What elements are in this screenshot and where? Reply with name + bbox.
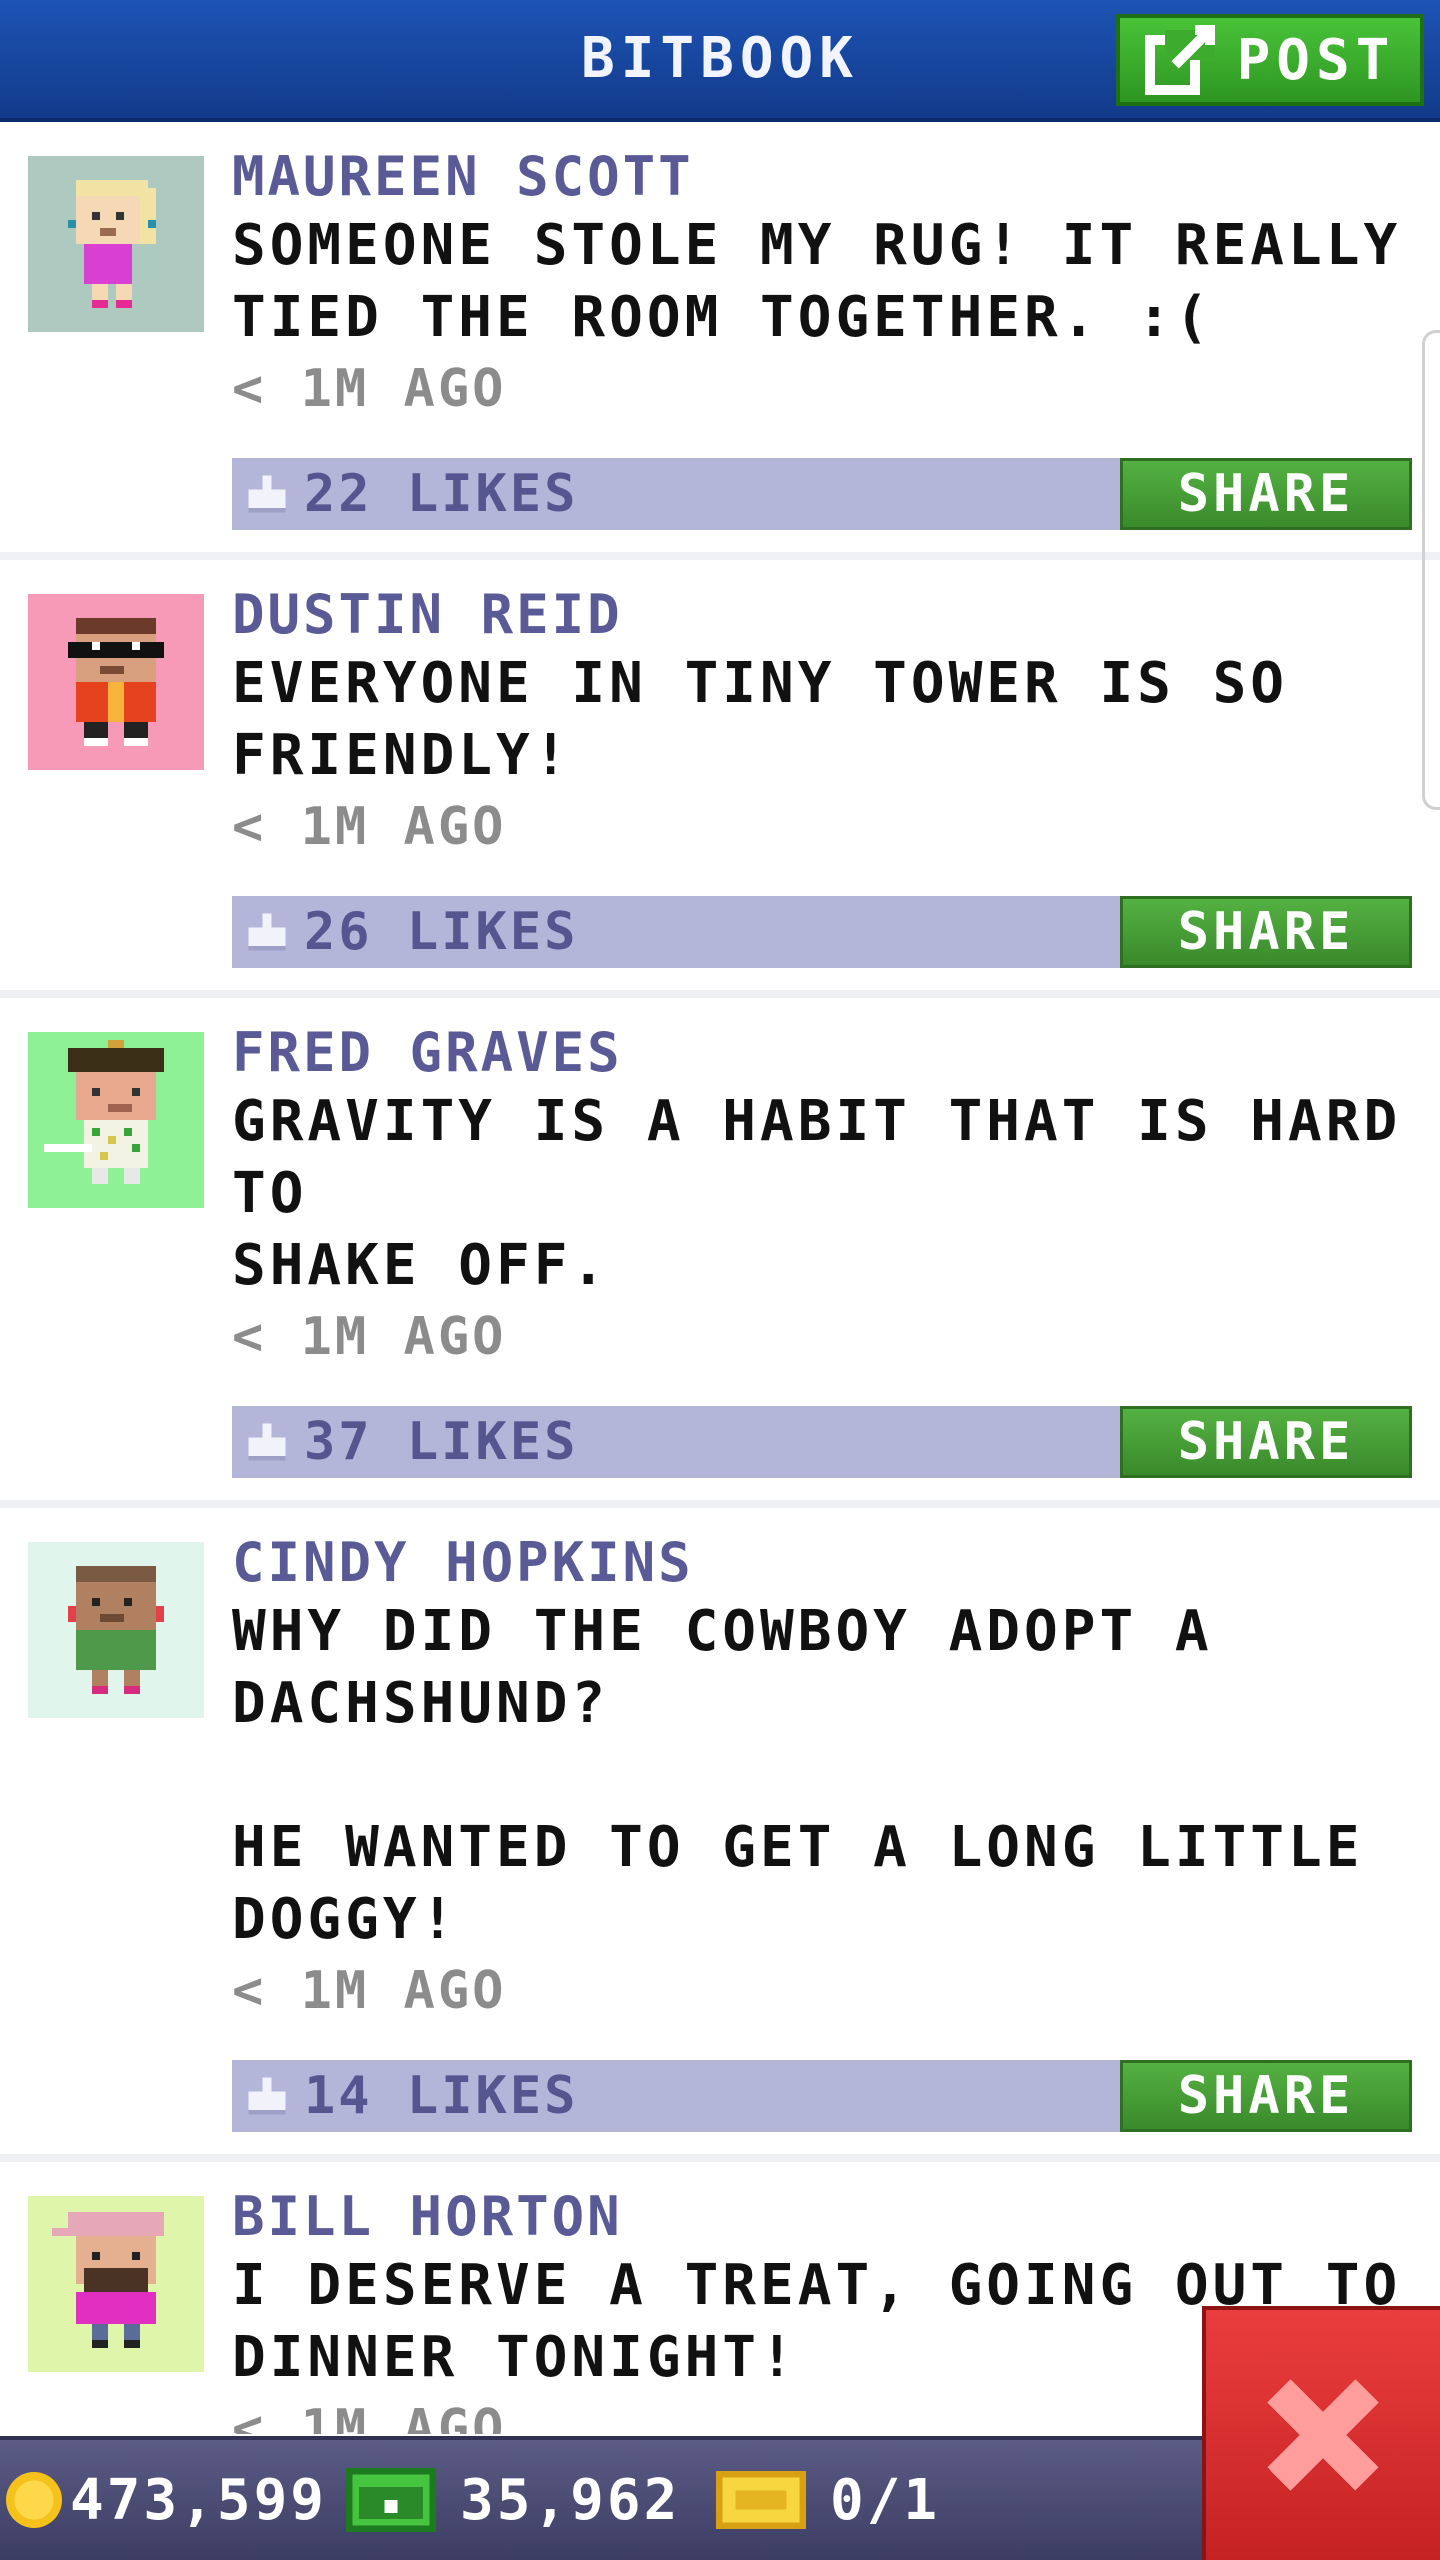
share-button[interactable]: SHARE bbox=[1120, 458, 1412, 530]
post-time: < 1M AGO bbox=[232, 359, 507, 419]
bux-icon bbox=[346, 2468, 436, 2532]
post-message: GRAVITY IS A HABIT THAT IS HARD TO SHAKE… bbox=[232, 1089, 1402, 1298]
post-action-bar: 26 LIKES SHARE bbox=[232, 896, 1412, 968]
post-author: DUSTIN REID bbox=[232, 583, 623, 646]
likes-count: 14 LIKES bbox=[304, 2066, 579, 2126]
coin-icon bbox=[6, 2472, 62, 2528]
ticket-icon bbox=[716, 2471, 806, 2529]
share-button[interactable]: SHARE bbox=[1120, 1406, 1412, 1478]
avatar[interactable] bbox=[28, 2196, 204, 2372]
post-author: CINDY HOPKINS bbox=[232, 1531, 694, 1594]
post-time: < 1M AGO bbox=[232, 797, 507, 857]
post-action-bar: 14 LIKES SHARE bbox=[232, 2060, 1412, 2132]
post-action-bar: 22 LIKES SHARE bbox=[232, 458, 1412, 530]
post-message: EVERYONE IN TINY TOWER IS SO FRIENDLY! bbox=[232, 651, 1289, 788]
compose-icon bbox=[1144, 25, 1215, 95]
post-time: < 1M AGO bbox=[232, 1307, 507, 1367]
post-message: WHY DID THE COWBOY ADOPT A DACHSHUND? HE… bbox=[232, 1599, 1364, 1952]
post-message: SOMEONE STOLE MY RUG! IT REALLY TIED THE… bbox=[232, 213, 1402, 350]
feed-post: DUSTIN REID EVERYONE IN TINY TOWER IS SO… bbox=[0, 560, 1440, 998]
like-icon[interactable] bbox=[244, 471, 290, 517]
coins-value: 473,599 bbox=[70, 2467, 328, 2533]
bux-display: 35,962 bbox=[346, 2440, 680, 2560]
likes-count: 22 LIKES bbox=[304, 464, 579, 524]
post-button-label: POST bbox=[1236, 27, 1396, 93]
feed-post: MAUREEN SCOTT SOMEONE STOLE MY RUG! IT R… bbox=[0, 122, 1440, 560]
tickets-display: 0/1 bbox=[716, 2440, 940, 2560]
coins-display: 473,599 bbox=[6, 2440, 327, 2560]
avatar[interactable] bbox=[28, 594, 204, 770]
like-icon[interactable] bbox=[244, 2073, 290, 2119]
bitbook-screen: BITBOOK POST MAUREEN SCOTT SOMEONE STOLE… bbox=[0, 0, 1440, 2560]
avatar[interactable] bbox=[28, 156, 204, 332]
share-button[interactable]: SHARE bbox=[1120, 2060, 1412, 2132]
feed-post: CINDY HOPKINS WHY DID THE COWBOY ADOPT A… bbox=[0, 1508, 1440, 2162]
like-icon[interactable] bbox=[244, 1419, 290, 1465]
post-author: MAUREEN SCOTT bbox=[232, 145, 694, 208]
close-button[interactable] bbox=[1202, 2306, 1440, 2560]
post-time: < 1M AGO bbox=[232, 1961, 507, 2021]
scrollbar[interactable] bbox=[1422, 330, 1440, 810]
post-action-bar: 37 LIKES SHARE bbox=[232, 1406, 1412, 1478]
bux-value: 35,962 bbox=[460, 2467, 681, 2533]
post-button[interactable]: POST bbox=[1116, 14, 1424, 106]
share-button[interactable]: SHARE bbox=[1120, 896, 1412, 968]
close-icon bbox=[1267, 2379, 1379, 2491]
post-author: BILL HORTON bbox=[232, 2185, 623, 2248]
like-icon[interactable] bbox=[244, 909, 290, 955]
feed-post: FRED GRAVES GRAVITY IS A HABIT THAT IS H… bbox=[0, 998, 1440, 1508]
post-author: FRED GRAVES bbox=[232, 1021, 623, 1084]
header-bar: BITBOOK POST bbox=[0, 0, 1440, 122]
avatar[interactable] bbox=[28, 1542, 204, 1718]
likes-count: 37 LIKES bbox=[304, 1412, 579, 1472]
tickets-value: 0/1 bbox=[830, 2467, 941, 2533]
likes-count: 26 LIKES bbox=[304, 902, 579, 962]
avatar[interactable] bbox=[28, 1032, 204, 1208]
feed-list[interactable]: MAUREEN SCOTT SOMEONE STOLE MY RUG! IT R… bbox=[0, 122, 1440, 2434]
